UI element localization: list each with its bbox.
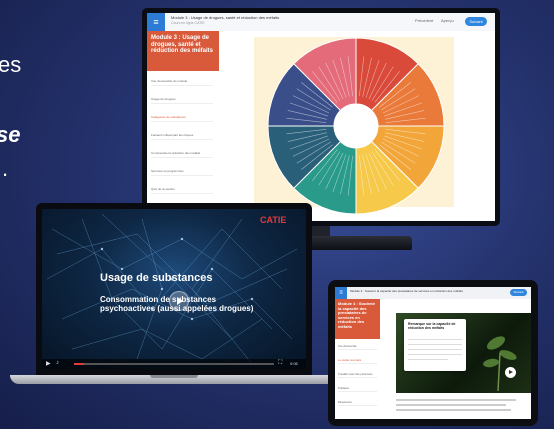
course-sidebar: Module 3 : Usage de drogues, santé et ré… bbox=[147, 31, 220, 221]
info-card: Remarque sur la capacité de réduction de… bbox=[404, 319, 466, 371]
paragraph-line bbox=[396, 404, 506, 406]
tablet-course-title: Module 4 : Soutenir la capacité des pres… bbox=[350, 289, 463, 293]
tablet-next-button[interactable]: Suivant bbox=[510, 289, 527, 296]
course-title: Module 3 : Usage de drogues, santé et ré… bbox=[171, 15, 280, 20]
tablet-sidebar-item-working[interactable]: Travailler avec des personnes bbox=[338, 373, 377, 378]
video-title: Usage de substances bbox=[100, 272, 213, 284]
tablet-content: Remarque sur la capacité de réduction de… bbox=[380, 299, 531, 419]
laptop-notch bbox=[150, 375, 198, 378]
play-pause-icon[interactable]: ▶ bbox=[46, 360, 51, 367]
background-text-line-1: es bbox=[0, 52, 22, 77]
tablet-sidebar-module-title: Module 4 : Soutenir la capacité des pres… bbox=[338, 301, 376, 329]
sidebar-module-title: Module 3 : Usage de drogues, santé et ré… bbox=[151, 35, 214, 54]
monitor-screen: ≡ Module 3 : Usage de drogues, santé et … bbox=[147, 13, 495, 221]
info-card-text-line bbox=[408, 344, 462, 345]
course-subtitle: Cours en ligne CATIE bbox=[171, 21, 205, 25]
sidebar-item-harm-reduction[interactable]: Comprendre la réduction des méfaits bbox=[151, 151, 213, 158]
tablet-sidebar: Module 4 : Soutenir la capacité des pres… bbox=[335, 299, 381, 419]
wheel-hub bbox=[334, 104, 378, 148]
info-card-text-line bbox=[408, 359, 448, 360]
sidebar-header: Module 3 : Usage de drogues, santé et ré… bbox=[147, 31, 219, 71]
background-text-line-2: se bbox=[0, 122, 21, 147]
play-icon[interactable] bbox=[505, 367, 516, 378]
paragraph-line bbox=[396, 409, 511, 411]
paragraph-line bbox=[396, 399, 516, 401]
tablet-sidebar-item-peer-support[interactable]: Le soutien aux pairs bbox=[338, 359, 377, 364]
menu-icon[interactable]: ≡ bbox=[335, 287, 347, 299]
sidebar-item-services[interactable]: Services et programmes bbox=[151, 169, 213, 176]
sidebar-item-quiz[interactable]: Quiz de la section bbox=[151, 187, 213, 194]
overview-button[interactable]: Aperçu bbox=[441, 18, 454, 23]
video-time: 0:06 bbox=[290, 361, 298, 366]
course-header: ≡ Module 3 : Usage de drogues, santé et … bbox=[147, 13, 495, 32]
previous-button[interactable]: Précédent bbox=[415, 18, 433, 23]
info-card-text-line bbox=[408, 339, 462, 340]
volume-icon[interactable]: ♪ bbox=[56, 360, 59, 366]
sidebar-item-overview[interactable]: Vue d'ensemble du module bbox=[151, 79, 213, 86]
video-player: CATIE Usage de substances Consommation d… bbox=[42, 209, 306, 369]
substance-wheel-infographic bbox=[267, 37, 445, 215]
network-graphic bbox=[46, 213, 298, 365]
info-card-text-line bbox=[408, 354, 462, 355]
tablet-sidebar-item-overview[interactable]: Vue d'ensemble bbox=[338, 345, 377, 350]
tablet: ≡ Module 4 : Soutenir la capacité des pr… bbox=[328, 280, 538, 426]
video-progress-bar[interactable] bbox=[74, 363, 274, 365]
info-card-title: Remarque sur la capacité de réduction de… bbox=[408, 322, 456, 330]
sidebar-item-categories[interactable]: Catégories de substances bbox=[151, 115, 213, 122]
tablet-sidebar-item-practices[interactable]: Pratiques bbox=[338, 387, 377, 392]
desktop-monitor: ≡ Module 3 : Usage de drogues, santé et … bbox=[142, 8, 500, 226]
sidebar-item-risk-factors[interactable]: Facteurs influençant les risques bbox=[151, 133, 213, 140]
background-text-line-3: . bbox=[2, 156, 9, 181]
sidebar-item-drug-use[interactable]: Usage de drogues bbox=[151, 97, 213, 104]
video-progress-fill bbox=[74, 363, 84, 365]
play-icon[interactable] bbox=[169, 291, 189, 311]
info-card-text-line bbox=[408, 349, 462, 350]
course-content bbox=[219, 31, 495, 221]
menu-icon[interactable]: ≡ bbox=[147, 13, 165, 31]
tablet-sidebar-header: Module 4 : Soutenir la capacité des pres… bbox=[335, 299, 380, 339]
tablet-screen: ≡ Module 4 : Soutenir la capacité des pr… bbox=[335, 287, 531, 419]
video-controls: ▶ ♪ ⛶ 0:06 bbox=[42, 359, 306, 369]
laptop: CATIE Usage de substances Consommation d… bbox=[36, 203, 312, 375]
tablet-sidebar-item-resources[interactable]: Ressources bbox=[338, 401, 377, 406]
catie-logo: CATIE bbox=[260, 215, 287, 225]
next-button[interactable]: Suivant bbox=[465, 17, 487, 26]
fullscreen-icon[interactable]: ⛶ bbox=[278, 360, 282, 367]
